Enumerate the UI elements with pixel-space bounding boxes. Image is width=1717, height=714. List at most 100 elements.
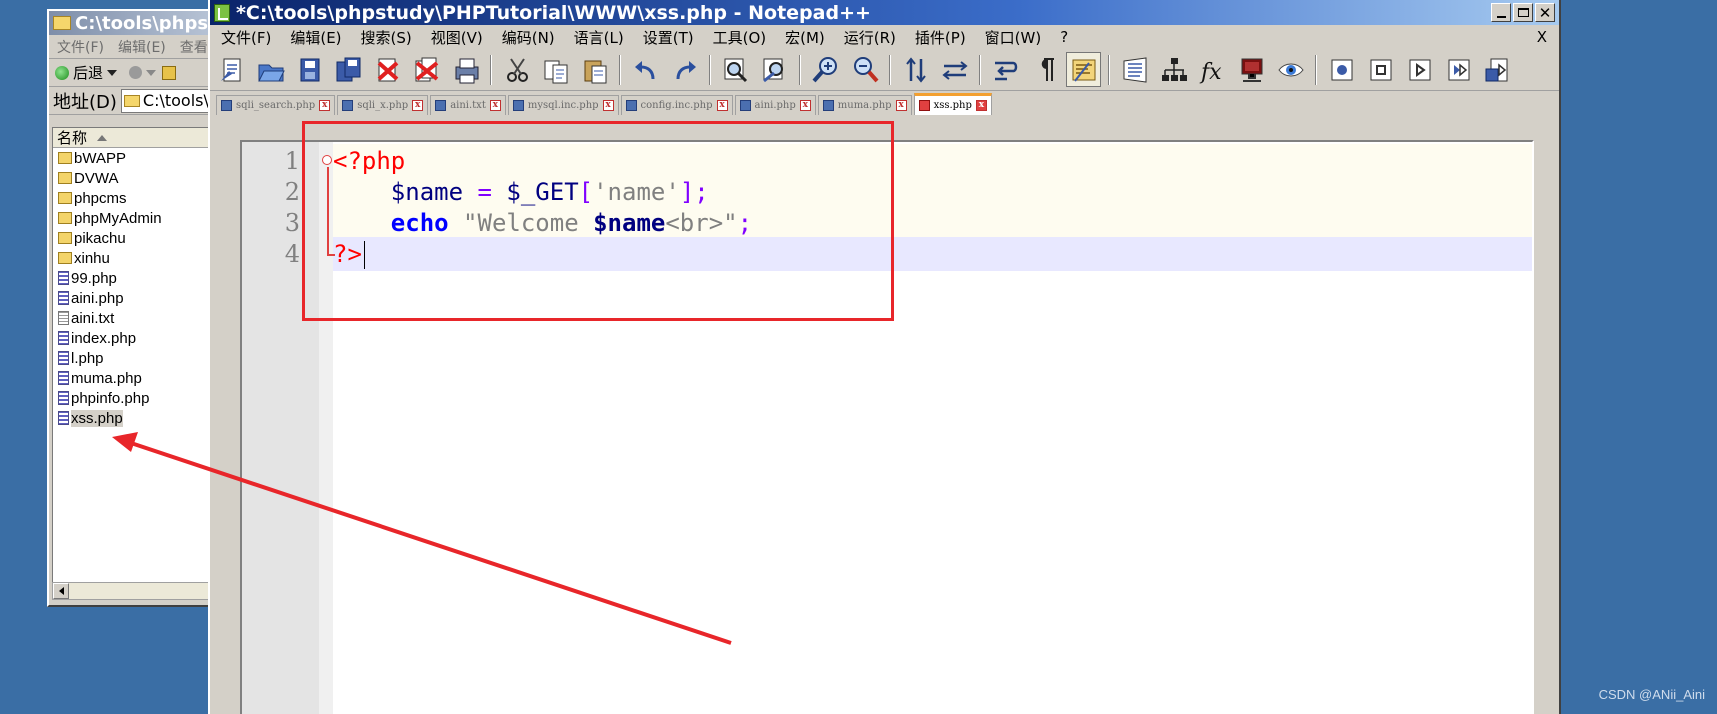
file-list-item[interactable]: DVWA xyxy=(53,168,213,188)
close-button[interactable]: ✕ xyxy=(1535,3,1555,22)
close-button[interactable] xyxy=(370,52,405,87)
file-list-item[interactable]: phpMyAdmin xyxy=(53,208,213,228)
play-macro-button[interactable] xyxy=(1402,52,1437,87)
new-file-button[interactable] xyxy=(214,52,249,87)
scroll-left-button[interactable] xyxy=(53,583,69,599)
file-list-item[interactable]: l.php xyxy=(53,348,213,368)
chevron-down-icon[interactable] xyxy=(146,69,157,76)
run-macro-multiple-button[interactable] xyxy=(1441,52,1476,87)
menu-encoding[interactable]: 编码(N) xyxy=(502,27,555,48)
copy-button[interactable] xyxy=(538,52,573,87)
menu-tools[interactable]: 工具(O) xyxy=(713,27,767,48)
paste-button[interactable] xyxy=(577,52,612,87)
maximize-button[interactable] xyxy=(1513,3,1533,22)
chevron-down-icon[interactable] xyxy=(107,69,118,76)
document-tab[interactable]: xss.php x xyxy=(913,93,992,115)
menu-settings[interactable]: 设置(T) xyxy=(643,27,694,48)
save-all-button[interactable] xyxy=(331,52,366,87)
print-button[interactable] xyxy=(448,52,483,87)
file-list-item[interactable]: xinhu xyxy=(53,248,213,268)
document-tab[interactable]: sqli_search.php x xyxy=(216,95,336,115)
code-line[interactable]: $name = $_GET['name']; xyxy=(333,175,1532,209)
file-list-item[interactable]: bWAPP xyxy=(53,148,213,168)
stop-macro-button[interactable] xyxy=(1363,52,1398,87)
fx-button[interactable]: fx xyxy=(1195,52,1230,87)
menu-help[interactable]: ? xyxy=(1060,28,1068,46)
document-tab[interactable]: aini.php x xyxy=(734,95,816,115)
tab-close-icon[interactable]: x xyxy=(975,100,987,111)
menu-run[interactable]: 运行(R) xyxy=(844,27,896,48)
file-list-item[interactable]: 99.php xyxy=(53,268,213,288)
zoom-out-button[interactable] xyxy=(847,52,882,87)
tab-close-icon[interactable]: x xyxy=(799,100,811,111)
back-button[interactable]: 后退 xyxy=(55,62,118,83)
word-wrap-button[interactable] xyxy=(988,52,1023,87)
menu-macro[interactable]: 宏(M) xyxy=(785,27,825,48)
menu-language[interactable]: 语言(L) xyxy=(574,27,624,48)
tab-close-icon[interactable]: x xyxy=(716,100,728,111)
explorer-menu-edit[interactable]: 编辑(E) xyxy=(118,37,166,57)
document-tab[interactable]: sqli_x.php x xyxy=(337,95,429,115)
document-tab[interactable]: aini.txt x xyxy=(430,95,506,115)
save-button[interactable] xyxy=(292,52,327,87)
code-line[interactable]: ?> xyxy=(333,237,1532,271)
menu-edit[interactable]: 编辑(E) xyxy=(290,27,341,48)
tab-label: xss.php xyxy=(933,100,972,111)
tab-close-icon[interactable]: x xyxy=(412,100,424,111)
close-document-button[interactable]: X xyxy=(1537,28,1547,46)
document-map-button[interactable] xyxy=(1117,52,1152,87)
close-icon xyxy=(377,58,398,81)
tab-close-icon[interactable]: x xyxy=(319,100,331,111)
save-macro-button[interactable] xyxy=(1480,52,1515,87)
indent-guide-button[interactable] xyxy=(1066,52,1101,87)
file-list-item[interactable]: muma.php xyxy=(53,368,213,388)
notepad-title-bar[interactable]: *C:\tools\phpstudy\PHPTutorial\WWW\xss.p… xyxy=(210,0,1559,25)
find-button[interactable] xyxy=(718,52,753,87)
file-list-item[interactable]: phpinfo.php xyxy=(53,388,213,408)
menu-window[interactable]: 窗口(W) xyxy=(985,27,1042,48)
document-tab[interactable]: muma.php x xyxy=(817,95,912,115)
code-area[interactable]: <?php $name = $_GET['name']; echo "Welco… xyxy=(333,142,1532,714)
forward-button[interactable] xyxy=(129,66,157,79)
file-list-item[interactable]: pikachu xyxy=(53,228,213,248)
cut-button[interactable] xyxy=(499,52,534,87)
tab-close-icon[interactable]: x xyxy=(895,100,907,111)
monitor-button[interactable] xyxy=(1234,52,1269,87)
function-list-button[interactable] xyxy=(1156,52,1191,87)
menu-file[interactable]: 文件(F) xyxy=(221,27,271,48)
code-line[interactable]: echo "Welcome $name<br>"; xyxy=(333,206,1532,240)
menu-view[interactable]: 视图(V) xyxy=(431,27,483,48)
tab-close-icon[interactable]: x xyxy=(489,100,501,111)
explorer-menu-file[interactable]: 文件(F) xyxy=(57,37,104,57)
address-input[interactable]: C:\tools\phpstudy\PHPTutorial\WWW xyxy=(120,88,215,113)
show-all-chars-button[interactable] xyxy=(1027,52,1062,87)
code-editor[interactable]: <?php $name = $_GET['name']; echo "Welco… xyxy=(240,140,1534,714)
file-list-item[interactable]: xss.php xyxy=(53,408,213,428)
explorer-title-bar[interactable]: C:\tools\phpstudy\PHPTutorial\WWW xyxy=(49,11,215,35)
file-list-item[interactable]: aini.txt xyxy=(53,308,213,328)
document-tab[interactable]: config.inc.php x xyxy=(620,95,733,115)
menu-plugins[interactable]: 插件(P) xyxy=(915,27,966,48)
file-list-item[interactable]: index.php xyxy=(53,328,213,348)
undo-button[interactable] xyxy=(628,52,663,87)
tab-close-icon[interactable]: x xyxy=(602,100,614,111)
file-list-item[interactable]: phpcms xyxy=(53,188,213,208)
eye-button[interactable] xyxy=(1273,52,1308,87)
record-macro-button[interactable] xyxy=(1324,52,1359,87)
horizontal-scrollbar[interactable] xyxy=(52,582,214,600)
up-folder-icon[interactable] xyxy=(162,65,177,80)
zoom-in-button[interactable] xyxy=(808,52,843,87)
fold-collapse-icon[interactable] xyxy=(322,155,332,165)
sync-vertical-button[interactable] xyxy=(898,52,933,87)
close-all-button[interactable] xyxy=(409,52,444,87)
redo-button[interactable] xyxy=(667,52,702,87)
menu-search[interactable]: 搜索(S) xyxy=(361,27,412,48)
replace-button[interactable] xyxy=(757,52,792,87)
minimize-button[interactable] xyxy=(1491,3,1511,22)
name-column-header[interactable]: 名称 xyxy=(53,128,213,148)
code-line[interactable]: <?php xyxy=(333,144,1532,178)
file-list-item[interactable]: aini.php xyxy=(53,288,213,308)
open-file-button[interactable] xyxy=(253,52,288,87)
document-tab[interactable]: mysql.inc.php x xyxy=(507,95,619,115)
sync-horizontal-button[interactable] xyxy=(937,52,972,87)
